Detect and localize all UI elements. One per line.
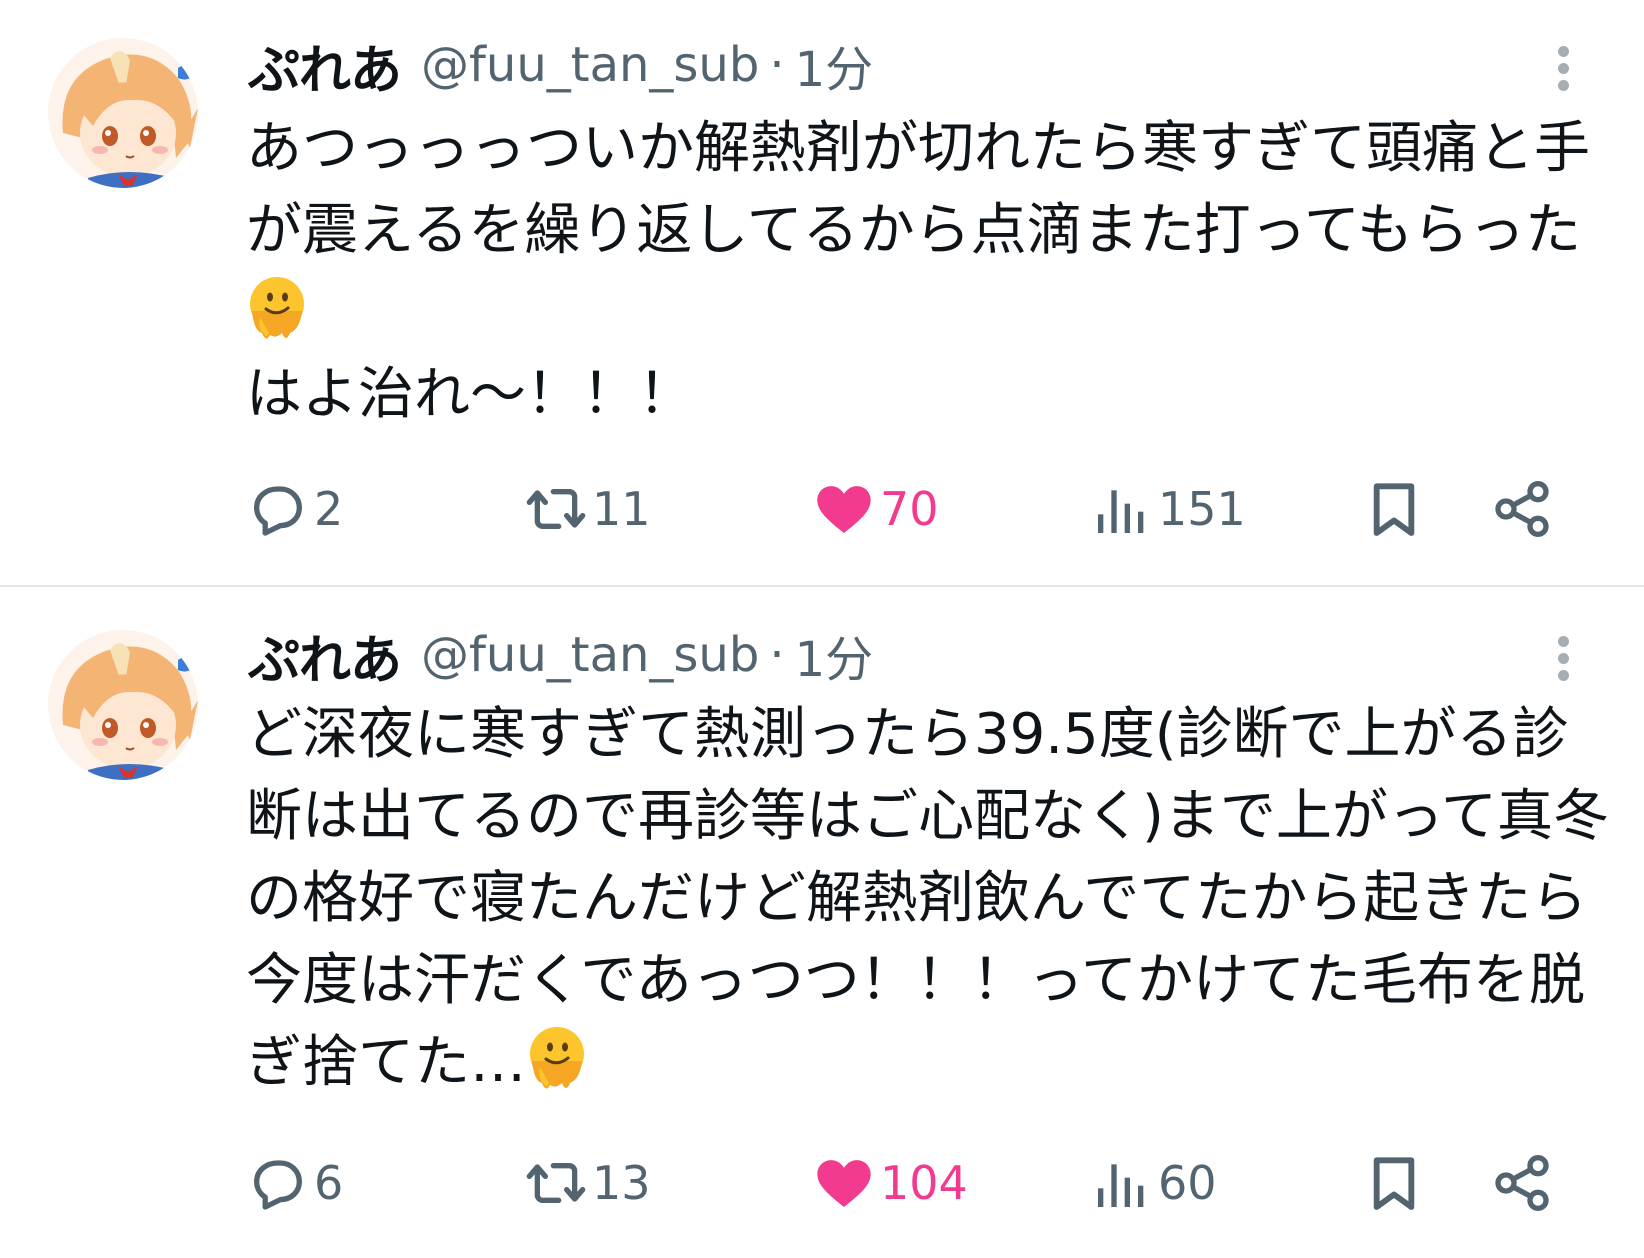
reply-button[interactable]: 2 (246, 474, 343, 544)
tweet[interactable]: ぷれあ @fuu_tan_sub · 1分 ど深夜に寒すぎて熱測ったら39.5度… (0, 590, 1644, 1258)
like-button[interactable]: 70 (812, 474, 939, 544)
view-count: 60 (1158, 1156, 1217, 1210)
like-count: 104 (880, 1156, 968, 1210)
tweet-text: あつっっっついか解熱剤が切れたら寒すぎて頭痛と手が震えるを繰り返してるから点滴ま… (246, 108, 1616, 436)
more-options-icon[interactable] (1548, 40, 1578, 100)
share-icon (1490, 477, 1554, 541)
tweet-header: ぷれあ @fuu_tan_sub · 1分 (248, 618, 874, 693)
user-handle[interactable]: @fuu_tan_sub (421, 37, 759, 93)
action-bar: 2 11 70 151 (246, 474, 1576, 544)
separator: · (769, 627, 785, 683)
retweet-icon (524, 477, 588, 541)
user-handle[interactable]: @fuu_tan_sub (421, 627, 759, 683)
avatar[interactable] (48, 630, 198, 780)
views-button[interactable]: 151 (1090, 474, 1246, 544)
bookmark-icon (1362, 477, 1426, 541)
like-count: 70 (880, 482, 939, 536)
reply-count: 2 (314, 482, 344, 536)
heart-icon (812, 1151, 876, 1215)
more-options-icon[interactable] (1548, 630, 1578, 690)
tweet-text-part: はよ治れ〜！！！ (246, 362, 694, 427)
avatar[interactable] (48, 38, 198, 188)
bookmark-icon (1362, 1151, 1426, 1215)
heart-icon (812, 477, 876, 541)
views-chart-icon (1090, 1151, 1154, 1215)
views-chart-icon (1090, 477, 1154, 541)
separator: · (769, 37, 785, 93)
share-button[interactable] (1490, 474, 1554, 544)
melting-face-emoji-icon (246, 273, 308, 345)
retweet-count: 13 (592, 1156, 651, 1210)
avatar-image (48, 630, 198, 780)
avatar-image (48, 38, 198, 188)
melting-face-emoji-icon (526, 1023, 588, 1095)
tweet-header: ぷれあ @fuu_tan_sub · 1分 (248, 28, 874, 103)
retweet-icon (524, 1151, 588, 1215)
view-count: 151 (1158, 482, 1246, 536)
timestamp[interactable]: 1分 (795, 30, 874, 100)
tweet-text: ど深夜に寒すぎて熱測ったら39.5度(診断で上がる診断は出てるので再診等はご心配… (246, 694, 1616, 1104)
views-button[interactable]: 60 (1090, 1148, 1217, 1218)
share-button[interactable] (1490, 1148, 1554, 1218)
bookmark-button[interactable] (1362, 1148, 1426, 1218)
tweet[interactable]: ぷれあ @fuu_tan_sub · 1分 あつっっっついか解熱剤が切れたら寒す… (0, 0, 1644, 584)
timestamp[interactable]: 1分 (795, 620, 874, 690)
reply-button[interactable]: 6 (246, 1148, 343, 1218)
display-name[interactable]: ぷれあ (248, 618, 402, 693)
tweet-text-part: ど深夜に寒すぎて熱測ったら39.5度(診断で上がる診断は出てるので再診等はご心配… (246, 702, 1610, 1095)
reply-icon (246, 1151, 310, 1215)
retweet-button[interactable]: 11 (524, 474, 651, 544)
reply-icon (246, 477, 310, 541)
tweet-text-part: あつっっっついか解熱剤が切れたら寒すぎて頭痛と手が震えるを繰り返してるから点滴ま… (246, 116, 1590, 263)
share-icon (1490, 1151, 1554, 1215)
bookmark-button[interactable] (1362, 474, 1426, 544)
retweet-button[interactable]: 13 (524, 1148, 651, 1218)
action-bar: 6 13 104 60 (246, 1148, 1576, 1218)
like-button[interactable]: 104 (812, 1148, 968, 1218)
retweet-count: 11 (592, 482, 651, 536)
tweet-divider (0, 585, 1644, 587)
reply-count: 6 (314, 1156, 344, 1210)
display-name[interactable]: ぷれあ (248, 28, 402, 103)
